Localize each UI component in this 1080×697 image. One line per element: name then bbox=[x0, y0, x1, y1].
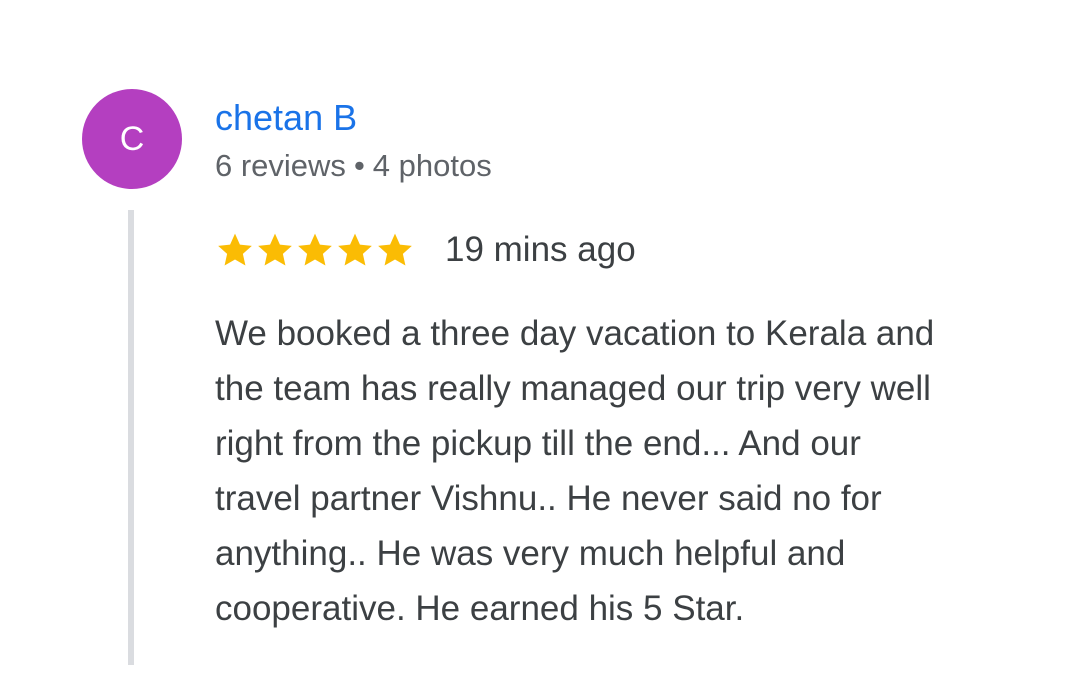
review-thread-bar bbox=[128, 210, 134, 665]
meta-separator: • bbox=[353, 148, 365, 183]
star-icon bbox=[378, 233, 412, 266]
reviewer-name-link[interactable]: chetan B bbox=[215, 96, 357, 140]
review-text-line: the team has really managed our trip ver… bbox=[215, 369, 931, 408]
review-timestamp: 19 mins ago bbox=[445, 230, 636, 269]
reviewer-meta: 6 reviews • 4 photos bbox=[215, 147, 492, 185]
star-icon bbox=[218, 233, 252, 266]
rating-row: 19 mins ago bbox=[215, 227, 636, 273]
review-text-line: cooperative. He earned his 5 Star. bbox=[215, 589, 745, 628]
star-icon bbox=[258, 233, 292, 266]
review-count: 6 reviews bbox=[215, 148, 346, 183]
star-rating bbox=[215, 230, 415, 270]
review-text-line: We booked a three day vacation to Kerala… bbox=[215, 314, 935, 353]
review-text-line: anything.. He was very much helpful and bbox=[215, 534, 846, 573]
photo-count: 4 photos bbox=[372, 148, 492, 183]
star-icon bbox=[298, 233, 332, 266]
review-text-line: right from the pickup till the end... An… bbox=[215, 424, 861, 463]
avatar-letter: C bbox=[119, 119, 145, 158]
review-text-line: travel partner Vishnu.. He never said no… bbox=[215, 479, 882, 518]
avatar[interactable]: C bbox=[82, 89, 182, 189]
review-text: We booked a three day vacation to Kerala… bbox=[215, 306, 1055, 636]
star-icon bbox=[338, 233, 372, 266]
